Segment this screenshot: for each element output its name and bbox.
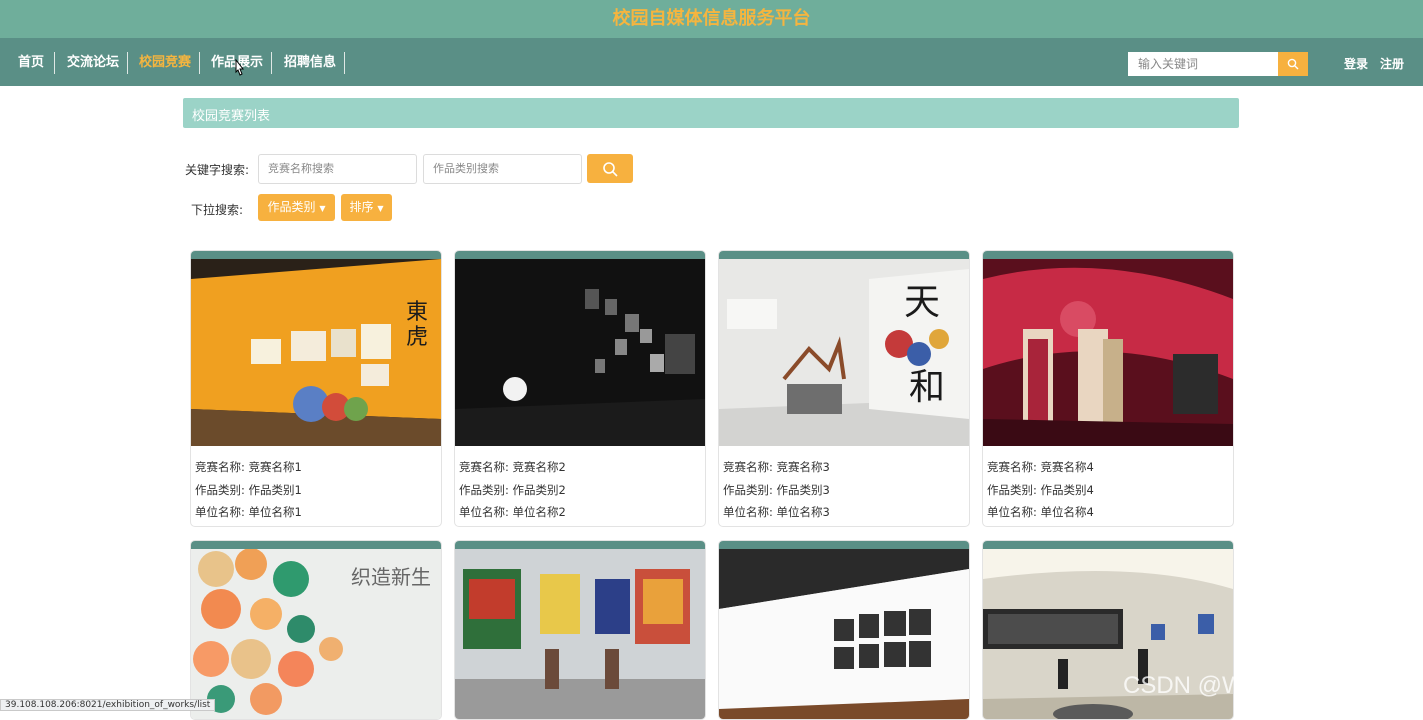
- card-top-bar: [983, 541, 1233, 549]
- competition-card[interactable]: [454, 540, 706, 720]
- competition-card[interactable]: 竞赛名称: 竞赛名称2 作品类别: 作品类别2 单位名称: 单位名称2: [454, 250, 706, 527]
- card-competition-name: 竞赛名称: 竞赛名称3: [723, 460, 830, 474]
- sort-dropdown[interactable]: 排序 ▼: [341, 194, 392, 221]
- card-work-category: 作品类别: 作品类别3: [723, 482, 830, 497]
- svg-text:织造新生: 织造新生: [351, 565, 431, 589]
- nav-divider: [54, 52, 55, 74]
- card-competition-name: 竞赛名称: 竞赛名称4: [987, 460, 1094, 474]
- nav-item-home[interactable]: 首页: [18, 52, 44, 74]
- keyword-search-label: 关键字搜索:: [185, 163, 250, 177]
- competition-card[interactable]: 竞赛名称: 竞赛名称4 作品类别: 作品类别4 单位名称: 单位名称4: [982, 250, 1234, 527]
- card-competition-name: 竞赛名称: 竞赛名称1: [195, 460, 302, 474]
- card-image: 東 虎: [191, 259, 441, 446]
- card-top-bar: [455, 541, 705, 549]
- card-unit-name: 单位名称: 单位名称2: [459, 505, 566, 519]
- competition-card[interactable]: [718, 540, 970, 720]
- card-top-bar: [191, 251, 441, 259]
- competition-card[interactable]: 東 虎 竞赛名称: 竞赛名称1 作品类别: 作品类别1 单位名称: 单位名称1: [190, 250, 442, 527]
- card-image: 织造新生: [191, 549, 441, 719]
- mouse-pointer-icon: [235, 59, 245, 76]
- top-banner: 校园自媒体信息服务平台: [0, 0, 1423, 38]
- header-search-input[interactable]: 输入关键词: [1128, 52, 1278, 76]
- header-search: 输入关键词: [1128, 52, 1308, 76]
- card-top-bar: [719, 541, 969, 549]
- card-image: [983, 259, 1233, 446]
- card-image: [455, 259, 705, 446]
- login-link[interactable]: 登录: [1344, 55, 1368, 72]
- site-title: 校园自媒体信息服务平台: [612, 8, 811, 29]
- filter-search-button[interactable]: [587, 154, 633, 183]
- card-unit-name: 单位名称: 单位名称1: [195, 505, 302, 519]
- nav-divider: [127, 52, 128, 74]
- card-work-category: 作品类别: 作品类别1: [195, 482, 302, 497]
- sort-dropdown-label: 排序: [349, 200, 374, 214]
- card-top-bar: [983, 251, 1233, 259]
- card-work-category: 作品类别: 作品类别2: [459, 482, 566, 497]
- nav-divider: [271, 52, 272, 74]
- competition-card[interactable]: 织造新生: [190, 540, 442, 720]
- register-link[interactable]: 注册: [1380, 55, 1404, 72]
- dropdown-search-label: 下拉搜索:: [191, 203, 244, 217]
- category-dropdown-label: 作品类别: [267, 200, 316, 214]
- card-image: [455, 549, 705, 719]
- card-unit-name: 单位名称: 单位名称3: [723, 505, 830, 519]
- caret-down-icon: ▼: [319, 204, 326, 213]
- category-dropdown[interactable]: 作品类别 ▼: [258, 194, 335, 221]
- header-search-button[interactable]: [1278, 52, 1308, 76]
- status-bar-url: 39.108.108.206:8021/exhibition_of_works/…: [0, 699, 216, 711]
- competition-card[interactable]: 天 和 竞赛名称: 竞赛名称3 作品类别: 作品类别3 单位名称: 单位名称3: [718, 250, 970, 527]
- card-image: [719, 549, 969, 719]
- section-title: 校园竞赛列表: [192, 109, 271, 124]
- nav-item-forum[interactable]: 交流论坛: [67, 52, 119, 74]
- card-unit-name: 单位名称: 单位名称4: [987, 505, 1094, 519]
- nav-divider: [199, 52, 200, 74]
- competition-name-input[interactable]: 竞赛名称搜索: [258, 154, 417, 184]
- section-header: 校园竞赛列表: [183, 98, 1239, 128]
- caret-down-icon: ▼: [377, 204, 384, 213]
- card-top-bar: [455, 251, 705, 259]
- svg-text:東: 東: [406, 300, 428, 325]
- card-competition-name: 竞赛名称: 竞赛名称2: [459, 460, 566, 474]
- svg-text:和: 和: [909, 367, 945, 408]
- card-top-bar: [191, 541, 441, 549]
- nav-item-jobs[interactable]: 招聘信息: [284, 52, 336, 74]
- search-icon: [1287, 58, 1299, 70]
- nav-divider: [344, 52, 345, 74]
- card-work-category: 作品类别: 作品类别4: [987, 482, 1094, 497]
- search-icon: [603, 161, 618, 177]
- card-image: 天 和: [719, 259, 969, 446]
- nav-item-competition[interactable]: 校园竞赛: [139, 52, 191, 74]
- work-category-input[interactable]: 作品类别搜索: [423, 154, 582, 184]
- watermark: CSDN @WeiXin_DZbishe: [1123, 672, 1401, 699]
- card-top-bar: [719, 251, 969, 259]
- svg-text:虎: 虎: [406, 325, 428, 350]
- svg-text:天: 天: [904, 282, 940, 323]
